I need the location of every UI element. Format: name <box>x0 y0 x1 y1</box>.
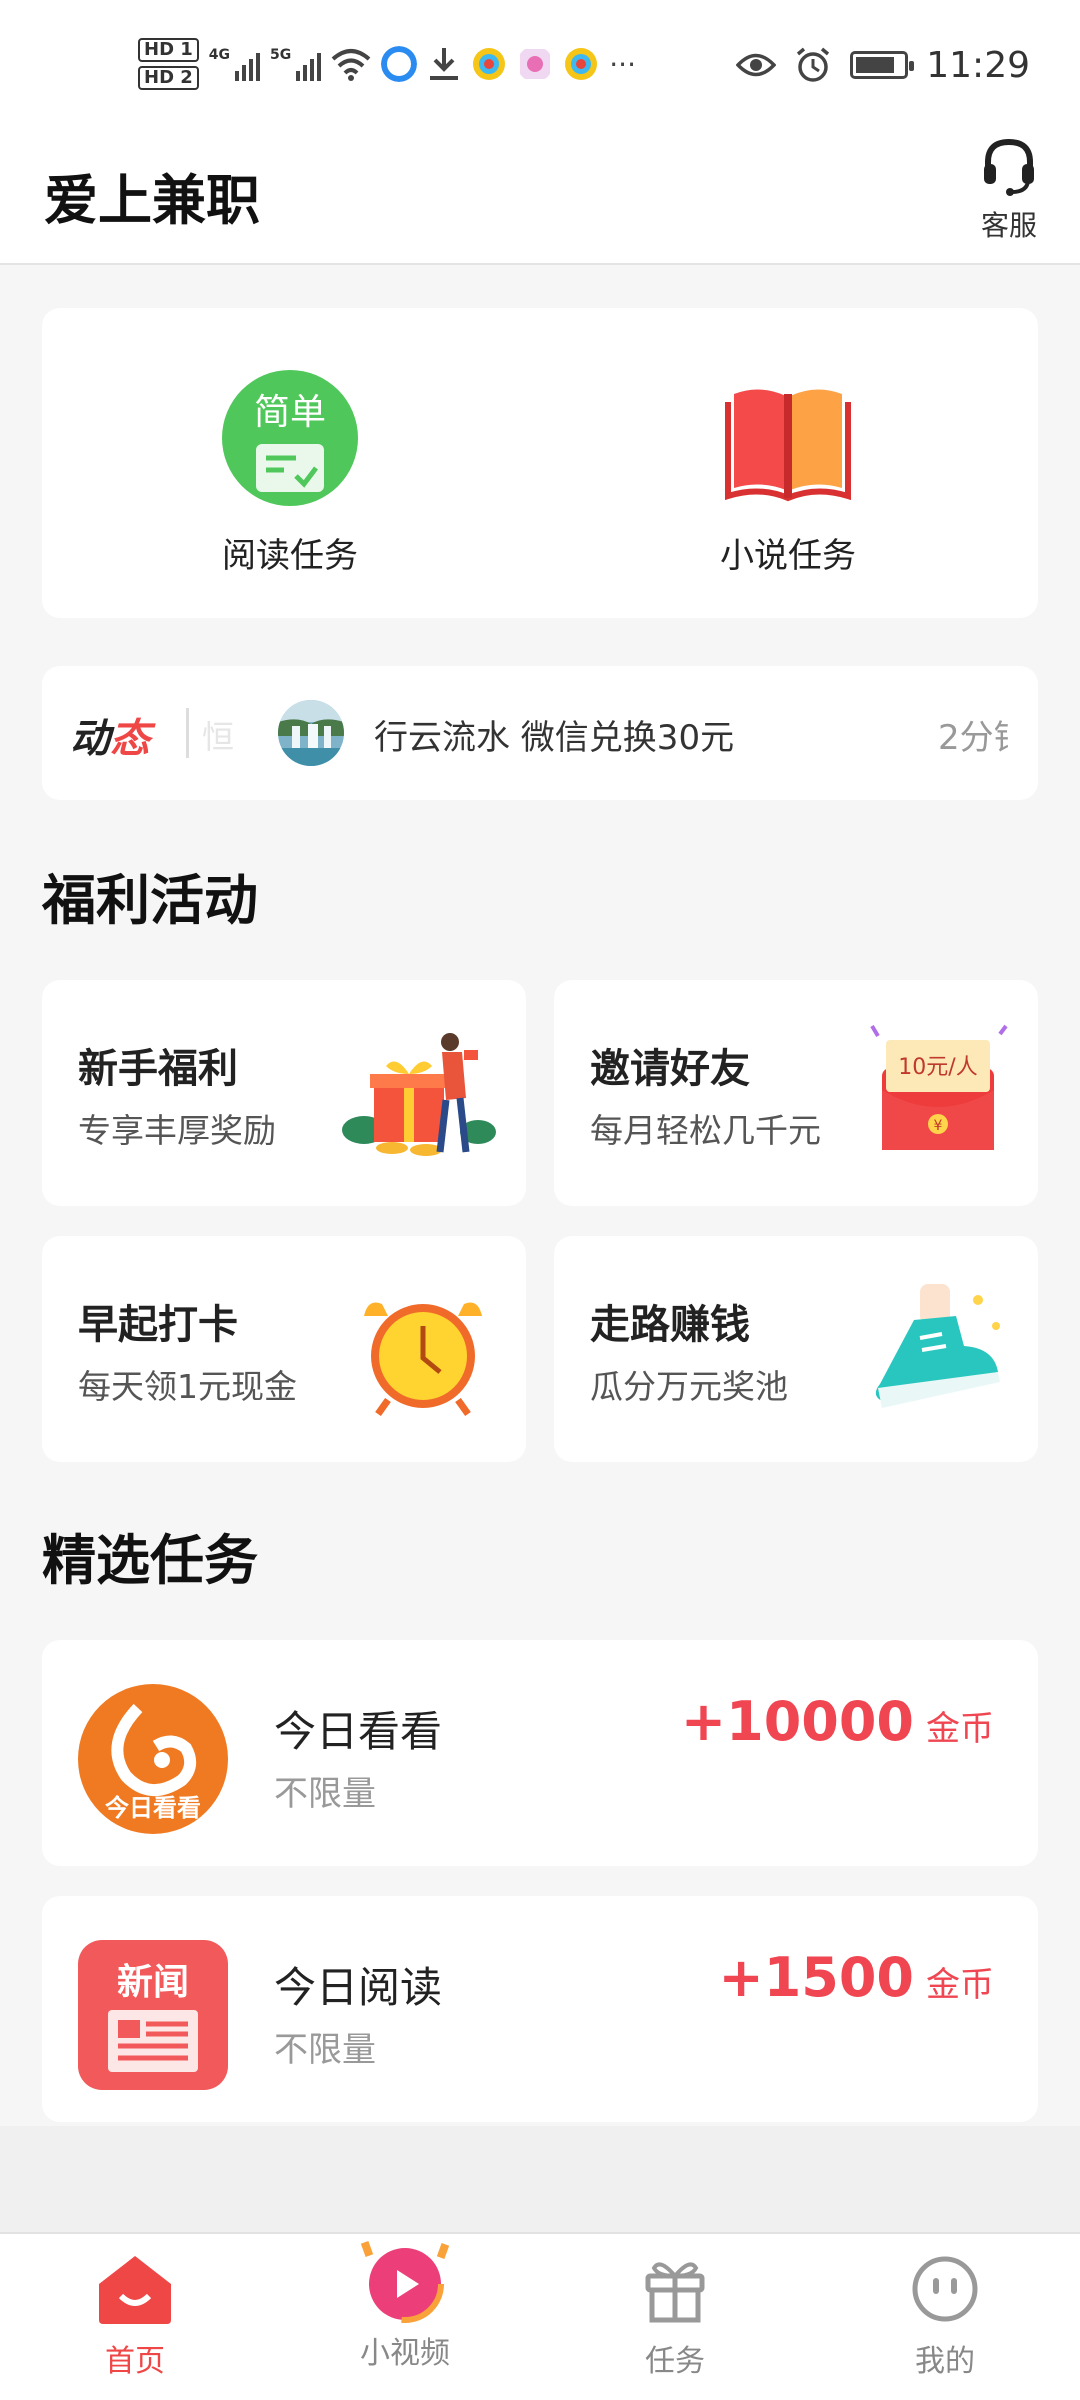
status-left-icons: HD 1 HD 2 4G 5G ··· <box>138 34 636 94</box>
welfare-subtitle: 每天领1元现金 <box>78 1367 297 1406</box>
welfare-section-title: 福利活动 <box>42 869 258 932</box>
clock: 11:29 <box>926 44 1030 86</box>
ticker-time: 2分钟 <box>938 718 1008 758</box>
invite-reward-tag: 10元/人 <box>898 1055 977 1080</box>
welfare-title: 早起打卡 <box>78 1302 238 1348</box>
reward-amount: +1500 <box>718 1946 914 2009</box>
welfare-title: 走路赚钱 <box>590 1302 750 1348</box>
novel-task-entry[interactable]: 小说任务 <box>678 370 898 577</box>
welfare-title: 新手福利 <box>78 1046 238 1092</box>
novel-task-label: 小说任务 <box>720 536 856 576</box>
yuan-symbol: ¥ <box>934 1118 943 1134</box>
ticker-title: 动态 <box>70 716 150 762</box>
signal-5g-icon: 5G <box>270 47 322 81</box>
simple-badge-text: 简单 <box>254 392 326 433</box>
eye-comfort-icon <box>736 53 777 77</box>
more-notifications-icon: ··· <box>609 47 636 81</box>
task-reward: +10000 金币 <box>681 1690 994 1753</box>
task-limit: 不限量 <box>274 2030 376 2070</box>
ticker-divider <box>186 708 189 758</box>
sim-indicators: HD 1 HD 2 <box>138 38 199 90</box>
alarm-clock-icon <box>364 1302 482 1417</box>
tasks-section-title: 精选任务 <box>42 1529 258 1592</box>
sim2-label: HD 2 <box>138 66 199 90</box>
jinrikankan-logo: 今日看看 <box>78 1684 228 1834</box>
gift-icon <box>645 2262 705 2323</box>
task-name: 今日看看 <box>274 1707 443 1756</box>
welfare-subtitle: 瓜分万元奖池 <box>590 1367 788 1406</box>
download-icon <box>430 48 459 80</box>
tab-profile[interactable]: 我的 <box>845 2254 1045 2380</box>
invite-friends-card[interactable]: 邀请好友 每月轻松几千元 10元/人 ¥ <box>554 980 1038 1206</box>
bottom-tab-bar: 首页 小视频 任务 我的 <box>0 2232 1080 2400</box>
sim1-label: HD 1 <box>138 38 199 62</box>
browser-app-icon <box>381 46 418 82</box>
gallery-app-icon <box>520 49 551 79</box>
tab-label: 任务 <box>645 2344 705 2379</box>
alarm-icon <box>797 47 830 82</box>
logo-text: 今日看看 <box>105 1794 201 1822</box>
logo-text: 新闻 <box>117 1962 189 2003</box>
app-notification-icon-2 <box>565 48 598 80</box>
battery-icon <box>850 51 915 79</box>
customer-service-button[interactable]: 客服 <box>974 136 1044 244</box>
tab-label: 小视频 <box>360 2336 450 2371</box>
status-right-icons: 11:29 <box>736 40 1030 90</box>
welfare-subtitle: 每月轻松几千元 <box>590 1111 821 1150</box>
walk-earn-card[interactable]: 走路赚钱 瓜分万元奖池 <box>554 1236 1038 1462</box>
app-header: 爱上兼职 客服 <box>0 130 1080 265</box>
app-notification-icon <box>473 48 506 80</box>
task-limit: 不限量 <box>274 1774 376 1814</box>
app-title: 爱上兼职 <box>44 169 260 232</box>
reward-unit: 金币 <box>926 1709 994 1749</box>
home-icon <box>99 2256 171 2324</box>
welfare-subtitle: 专享丰厚奖励 <box>78 1111 276 1150</box>
gift-boxes-icon <box>342 1033 496 1156</box>
reading-task-entry[interactable]: 简单 阅读任务 <box>180 370 400 577</box>
activity-ticker[interactable]: 动态 恒 行云流水 微信兑换30元 2分钟 <box>42 666 1038 800</box>
waterfall-avatar-icon <box>278 700 344 766</box>
task-entry-card: 简单 阅读任务 小说任务 <box>42 308 1038 618</box>
sneaker-icon <box>875 1284 1000 1408</box>
headset-icon <box>984 138 1034 196</box>
profile-face-icon <box>912 2256 978 2322</box>
ticker-message: 行云流水 微信兑换30元 <box>374 718 735 758</box>
reward-unit: 金币 <box>926 1965 994 2005</box>
signal-4g-icon: 4G <box>209 47 261 81</box>
wifi-icon <box>331 49 371 81</box>
tab-tasks[interactable]: 任务 <box>575 2254 775 2380</box>
tab-label: 首页 <box>105 2344 165 2379</box>
video-play-icon <box>360 2241 450 2323</box>
content-footer-space <box>0 2126 1080 2232</box>
reading-task-label: 阅读任务 <box>222 536 358 576</box>
task-name: 今日阅读 <box>274 1963 443 2012</box>
task-row[interactable]: 今日看看 今日看看 不限量 +10000 金币 <box>42 1640 1038 1866</box>
avatar <box>278 700 344 766</box>
ticker-fading-text: 恒 <box>202 718 235 756</box>
reading-task-icon: 简单 <box>222 370 358 506</box>
open-book-icon <box>725 389 851 502</box>
tab-home[interactable]: 首页 <box>35 2254 235 2380</box>
customer-service-label: 客服 <box>980 209 1037 242</box>
newbie-welfare-card[interactable]: 新手福利 专享丰厚奖励 <box>42 980 526 1206</box>
status-bar: HD 1 HD 2 4G 5G ··· 11:29 <box>0 0 1080 130</box>
news-logo: 新闻 <box>78 1940 228 2090</box>
red-envelope-icon: 10元/人 ¥ <box>870 1024 1008 1150</box>
tab-short-video[interactable]: 小视频 <box>305 2241 505 2372</box>
task-row[interactable]: 新闻 今日阅读 不限量 +1500 金币 <box>42 1896 1038 2122</box>
morning-checkin-card[interactable]: 早起打卡 每天领1元现金 <box>42 1236 526 1462</box>
welfare-title: 邀请好友 <box>590 1046 750 1092</box>
task-reward: +1500 金币 <box>718 1946 994 2009</box>
reward-amount: +10000 <box>680 1690 914 1753</box>
tab-label: 我的 <box>915 2344 975 2379</box>
